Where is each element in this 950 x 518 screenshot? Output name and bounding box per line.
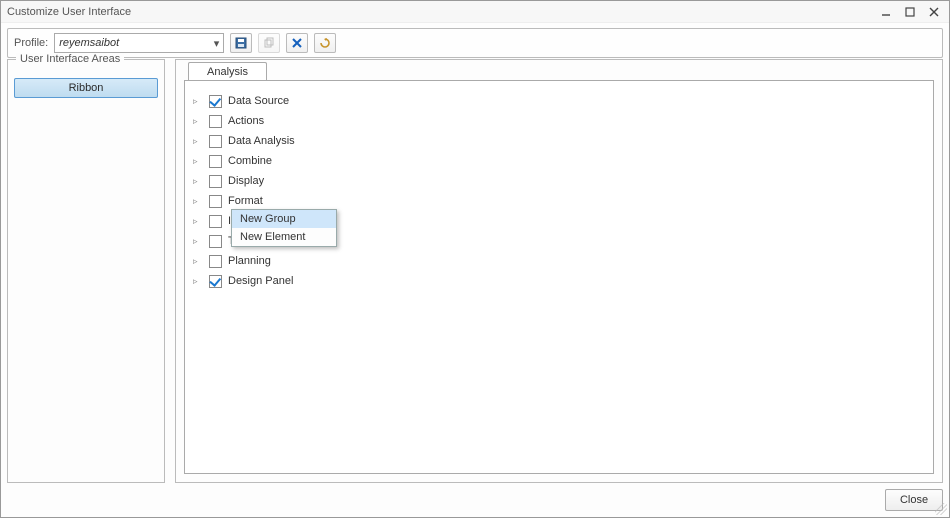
tree-row[interactable]: ▹ Data Source: [191, 91, 933, 111]
menu-item-label: New Group: [240, 213, 296, 225]
expand-arrow-icon[interactable]: ▹: [193, 236, 203, 247]
ui-areas-panel: User Interface Areas Ribbon: [7, 59, 165, 483]
expand-arrow-icon[interactable]: ▹: [193, 96, 203, 107]
copy-icon-button[interactable]: [258, 33, 280, 53]
window-controls: [877, 4, 943, 20]
resize-grip-icon[interactable]: [935, 503, 947, 515]
context-menu: New Group New Element: [231, 209, 337, 247]
chevron-down-icon: ▾: [214, 37, 220, 50]
checkbox[interactable]: [209, 255, 222, 268]
ribbon-button[interactable]: Ribbon: [14, 78, 158, 98]
context-menu-item-new-element[interactable]: New Element: [232, 228, 336, 246]
tree-row[interactable]: ▹ Actions: [191, 111, 933, 131]
tree-row[interactable]: ▹ Combine: [191, 151, 933, 171]
checkbox[interactable]: [209, 235, 222, 248]
expand-arrow-icon[interactable]: ▹: [193, 256, 203, 267]
tree-row[interactable]: ▹ Display: [191, 171, 933, 191]
profile-select[interactable]: reyemsaibot ▾: [54, 33, 224, 53]
tree-item-label: Combine: [228, 155, 272, 167]
save-icon-button[interactable]: [230, 33, 252, 53]
checkbox[interactable]: [209, 215, 222, 228]
tree-row[interactable]: ▹ Design Panel: [191, 271, 933, 291]
window: Customize User Interface Profile: reyems…: [0, 0, 950, 518]
checkbox[interactable]: [209, 135, 222, 148]
expand-arrow-icon[interactable]: ▹: [193, 196, 203, 207]
profile-label: Profile:: [14, 37, 48, 49]
expand-arrow-icon[interactable]: ▹: [193, 176, 203, 187]
tree-container: ▹ Data Source ▹ Actions ▹ Data Analysis ▹ Combi…: [184, 80, 934, 474]
tree-item-label: Design Panel: [228, 275, 293, 287]
titlebar: Customize User Interface: [1, 1, 949, 23]
minimize-button[interactable]: [877, 4, 895, 20]
tree-row[interactable]: ▹ Planning: [191, 251, 933, 271]
ribbon-label: Ribbon: [69, 82, 104, 94]
checkbox[interactable]: [209, 195, 222, 208]
profile-value: reyemsaibot: [59, 37, 119, 49]
tree-item-label: Display: [228, 175, 264, 187]
expand-arrow-icon[interactable]: ▹: [193, 216, 203, 227]
profile-toolbar: Profile: reyemsaibot ▾: [7, 28, 943, 58]
tree-row[interactable]: ▹ Data Analysis: [191, 131, 933, 151]
expand-arrow-icon[interactable]: ▹: [193, 156, 203, 167]
tab-strip: Analysis: [188, 62, 267, 82]
tab-label: Analysis: [207, 66, 248, 78]
menu-item-label: New Element: [240, 231, 305, 243]
refresh-icon-button[interactable]: [314, 33, 336, 53]
tree-item-label: Format: [228, 195, 263, 207]
expand-arrow-icon[interactable]: ▹: [193, 276, 203, 287]
tree-row[interactable]: ▹ Format: [191, 191, 933, 211]
right-panel: Analysis ▹ Data Source ▹ Actions ▹ Data Analy…: [175, 59, 943, 483]
tree: ▹ Data Source ▹ Actions ▹ Data Analysis ▹ Combi…: [185, 89, 933, 291]
tree-item-label: Planning: [228, 255, 271, 267]
checkbox[interactable]: [209, 115, 222, 128]
tab-analysis[interactable]: Analysis: [188, 62, 267, 82]
window-title: Customize User Interface: [7, 1, 131, 23]
maximize-button[interactable]: [901, 4, 919, 20]
checkbox[interactable]: [209, 175, 222, 188]
checkbox[interactable]: [209, 95, 222, 108]
expand-arrow-icon[interactable]: ▹: [193, 116, 203, 127]
body-area: User Interface Areas Ribbon Analysis ▹ Da…: [7, 59, 943, 483]
context-menu-item-new-group[interactable]: New Group: [232, 210, 336, 228]
ui-areas-title: User Interface Areas: [16, 53, 124, 65]
tree-item-label: Data Source: [228, 95, 289, 107]
close-window-button[interactable]: [925, 4, 943, 20]
close-label: Close: [900, 494, 928, 506]
tree-item-label: Actions: [228, 115, 264, 127]
delete-icon-button[interactable]: [286, 33, 308, 53]
checkbox[interactable]: [209, 275, 222, 288]
expand-arrow-icon[interactable]: ▹: [193, 136, 203, 147]
tree-item-label: Data Analysis: [228, 135, 295, 147]
checkbox[interactable]: [209, 155, 222, 168]
